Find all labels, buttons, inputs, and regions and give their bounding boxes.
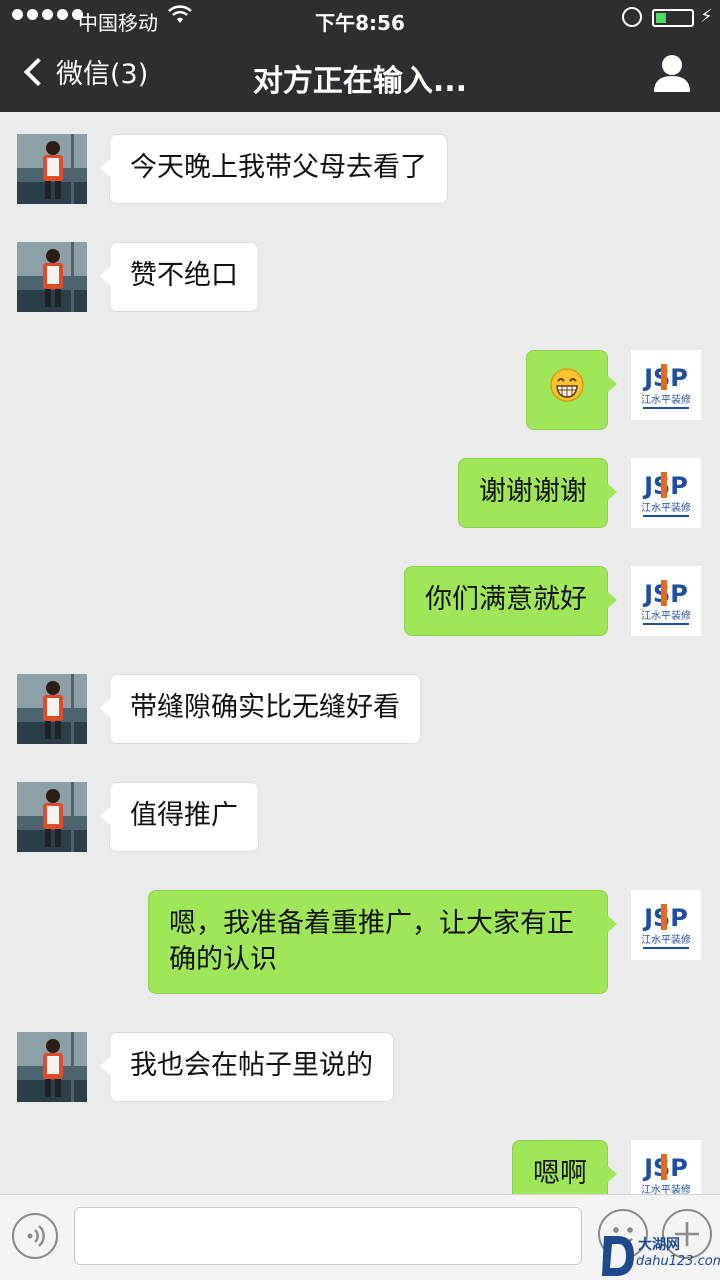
outgoing-message: JSP 江水平装修: [0, 350, 720, 430]
message-text: 谢谢谢谢: [479, 476, 587, 507]
charging-icon: ⚡: [700, 6, 713, 27]
outgoing-message: JSP 江水平装修 你们满意就好: [0, 566, 720, 636]
message-bubble[interactable]: 赞不绝口: [100, 242, 259, 312]
incoming-message: 带缝隙确实比无缝好看: [0, 674, 720, 744]
my-avatar[interactable]: JSP 江水平装修: [631, 458, 701, 528]
site-watermark: 大湖网 dahu123.com: [598, 1228, 720, 1280]
message-bubble[interactable]: 嗯，我准备着重推广，让大家有正确的认识: [148, 890, 617, 994]
message-text: 你们满意就好: [425, 584, 587, 615]
svg-text:江水平装修: 江水平装修: [641, 1183, 691, 1194]
svg-text:江水平装修: 江水平装修: [641, 393, 691, 406]
watermark-logo-icon: [602, 1236, 634, 1276]
navigation-bar: 微信(3) 对方正在输入...: [0, 38, 720, 112]
message-text: 嗯，我准备着重推广，让大家有正确的认识: [169, 908, 574, 975]
message-text: 赞不绝口: [130, 260, 238, 291]
message-text: 今天晚上我带父母去看了: [130, 152, 427, 183]
watermark-cn: 大湖网: [638, 1237, 680, 1253]
contact-profile-button[interactable]: [654, 54, 690, 92]
my-avatar[interactable]: JSP 江水平装修: [631, 1140, 701, 1194]
watermark-en: dahu123.com: [636, 1254, 720, 1269]
chat-title: 对方正在输入...: [252, 64, 468, 99]
svg-text:江水平装修: 江水平装修: [641, 501, 691, 514]
svg-text:江水平装修: 江水平装修: [641, 933, 691, 946]
outgoing-message: JSP 江水平装修 嗯啊: [0, 1140, 720, 1194]
person-icon: [654, 55, 690, 92]
message-bubble[interactable]: 今天晚上我带父母去看了: [100, 134, 448, 204]
status-bar: 中国移动 下午8:56 ⚡: [0, 0, 720, 38]
incoming-message: 值得推广: [0, 782, 720, 852]
voice-icon: [27, 1225, 45, 1247]
incoming-message: 我也会在帖子里说的: [0, 1032, 720, 1102]
message-bubble[interactable]: 值得推广: [100, 782, 259, 852]
sender-avatar[interactable]: [17, 1032, 87, 1102]
rotation-lock-icon: [622, 7, 642, 27]
message-bubble[interactable]: 我也会在帖子里说的: [100, 1032, 394, 1102]
my-avatar[interactable]: JSP 江水平装修: [631, 350, 701, 420]
message-bubble[interactable]: 嗯啊: [512, 1140, 617, 1194]
chat-message-list[interactable]: 今天晚上我带父母去看了 赞不绝口 JSP 江水平装修 JSP 江水平装修 谢谢谢…: [0, 112, 720, 1194]
message-bubble[interactable]: [526, 350, 617, 430]
incoming-message: 今天晚上我带父母去看了: [0, 134, 720, 204]
message-text: 我也会在帖子里说的: [130, 1050, 373, 1081]
message-input[interactable]: [74, 1207, 582, 1265]
message-text: 嗯啊: [533, 1158, 587, 1189]
sender-avatar[interactable]: [17, 782, 87, 852]
sender-avatar[interactable]: [17, 674, 87, 744]
my-avatar[interactable]: JSP 江水平装修: [631, 566, 701, 636]
sender-avatar[interactable]: [17, 242, 87, 312]
message-bubble[interactable]: 谢谢谢谢: [458, 458, 617, 528]
outgoing-message: JSP 江水平装修 嗯，我准备着重推广，让大家有正确的认识: [0, 890, 720, 996]
message-bubble[interactable]: 带缝隙确实比无缝好看: [100, 674, 421, 744]
incoming-message: 赞不绝口: [0, 242, 720, 312]
status-time: 下午8:56: [315, 11, 405, 35]
grin-emoji-icon: [549, 368, 585, 410]
message-text: 值得推广: [130, 800, 238, 831]
message-text: 带缝隙确实比无缝好看: [130, 692, 400, 723]
outgoing-message: JSP 江水平装修 谢谢谢谢: [0, 458, 720, 528]
sender-avatar[interactable]: [17, 134, 87, 204]
my-avatar[interactable]: JSP 江水平装修: [631, 890, 701, 960]
svg-text:江水平装修: 江水平装修: [641, 609, 691, 622]
battery-icon: [652, 9, 694, 27]
voice-input-button[interactable]: [12, 1213, 58, 1259]
message-bubble[interactable]: 你们满意就好: [404, 566, 617, 636]
